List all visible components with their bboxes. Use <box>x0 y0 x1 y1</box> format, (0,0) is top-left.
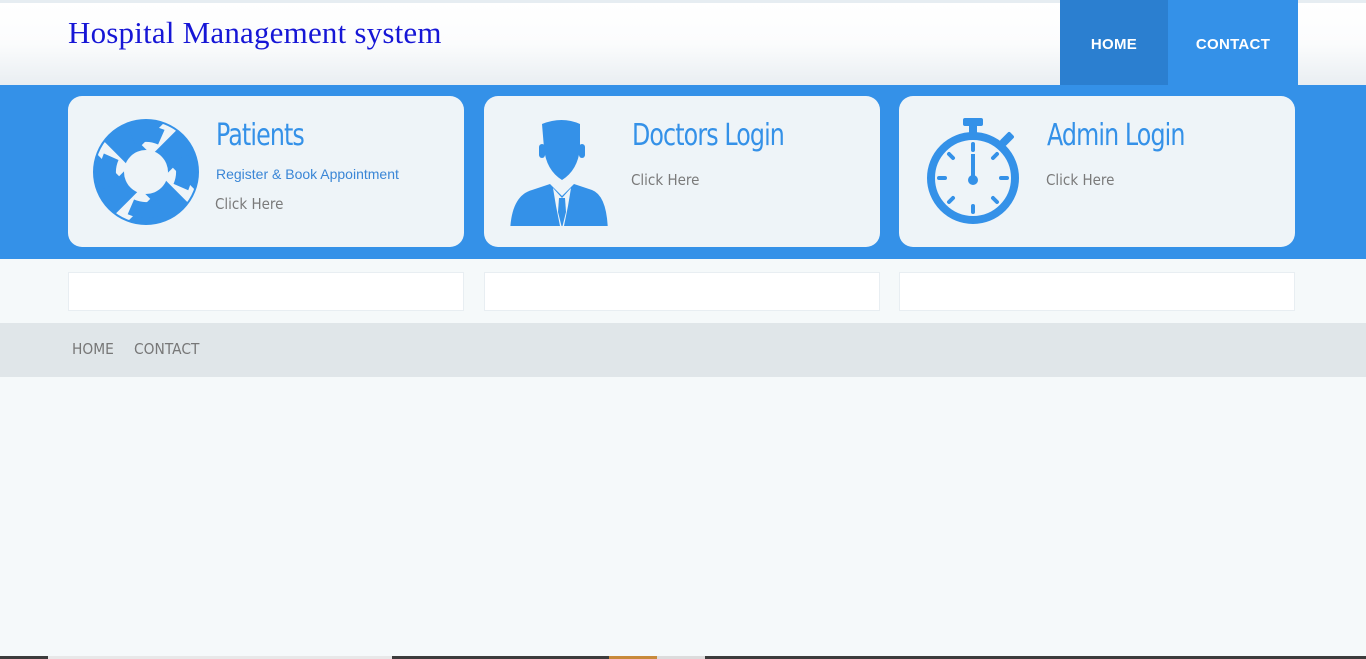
admin-login-card[interactable]: Admin Login Click Here <box>899 96 1295 247</box>
footer-nav: HOME CONTACT <box>72 340 205 358</box>
site-title: Hospital Management system <box>68 15 442 50</box>
footer: HOME CONTACT <box>0 323 1366 377</box>
click-here-link[interactable]: Click Here <box>215 195 283 213</box>
card-title: Admin Login <box>1047 118 1185 153</box>
footer-home-link[interactable]: HOME <box>72 340 114 358</box>
click-here-link[interactable]: Click Here <box>1046 171 1114 189</box>
header: Hospital Management system HOME CONTACT <box>0 0 1366 88</box>
empty-panel <box>484 272 880 311</box>
empty-panel <box>68 272 464 311</box>
lifebuoy-icon <box>93 119 199 225</box>
doctor-icon <box>510 120 608 226</box>
patients-card[interactable]: Patients Register & Book Appointment Cli… <box>68 96 464 247</box>
click-here-link[interactable]: Click Here <box>631 171 699 189</box>
nav-home-link[interactable]: HOME <box>1060 0 1168 88</box>
feature-band: Patients Register & Book Appointment Cli… <box>0 85 1366 259</box>
card-title: Doctors Login <box>632 118 785 153</box>
doctors-login-card[interactable]: Doctors Login Click Here <box>484 96 880 247</box>
footer-contact-link[interactable]: CONTACT <box>134 340 199 358</box>
card-subtitle[interactable]: Register & Book Appointment <box>216 166 399 182</box>
card-title: Patients <box>216 118 305 153</box>
empty-panel <box>899 272 1295 311</box>
nav-contact-link[interactable]: CONTACT <box>1168 0 1298 88</box>
top-nav: HOME CONTACT <box>1060 0 1298 88</box>
stopwatch-icon <box>927 118 1019 224</box>
